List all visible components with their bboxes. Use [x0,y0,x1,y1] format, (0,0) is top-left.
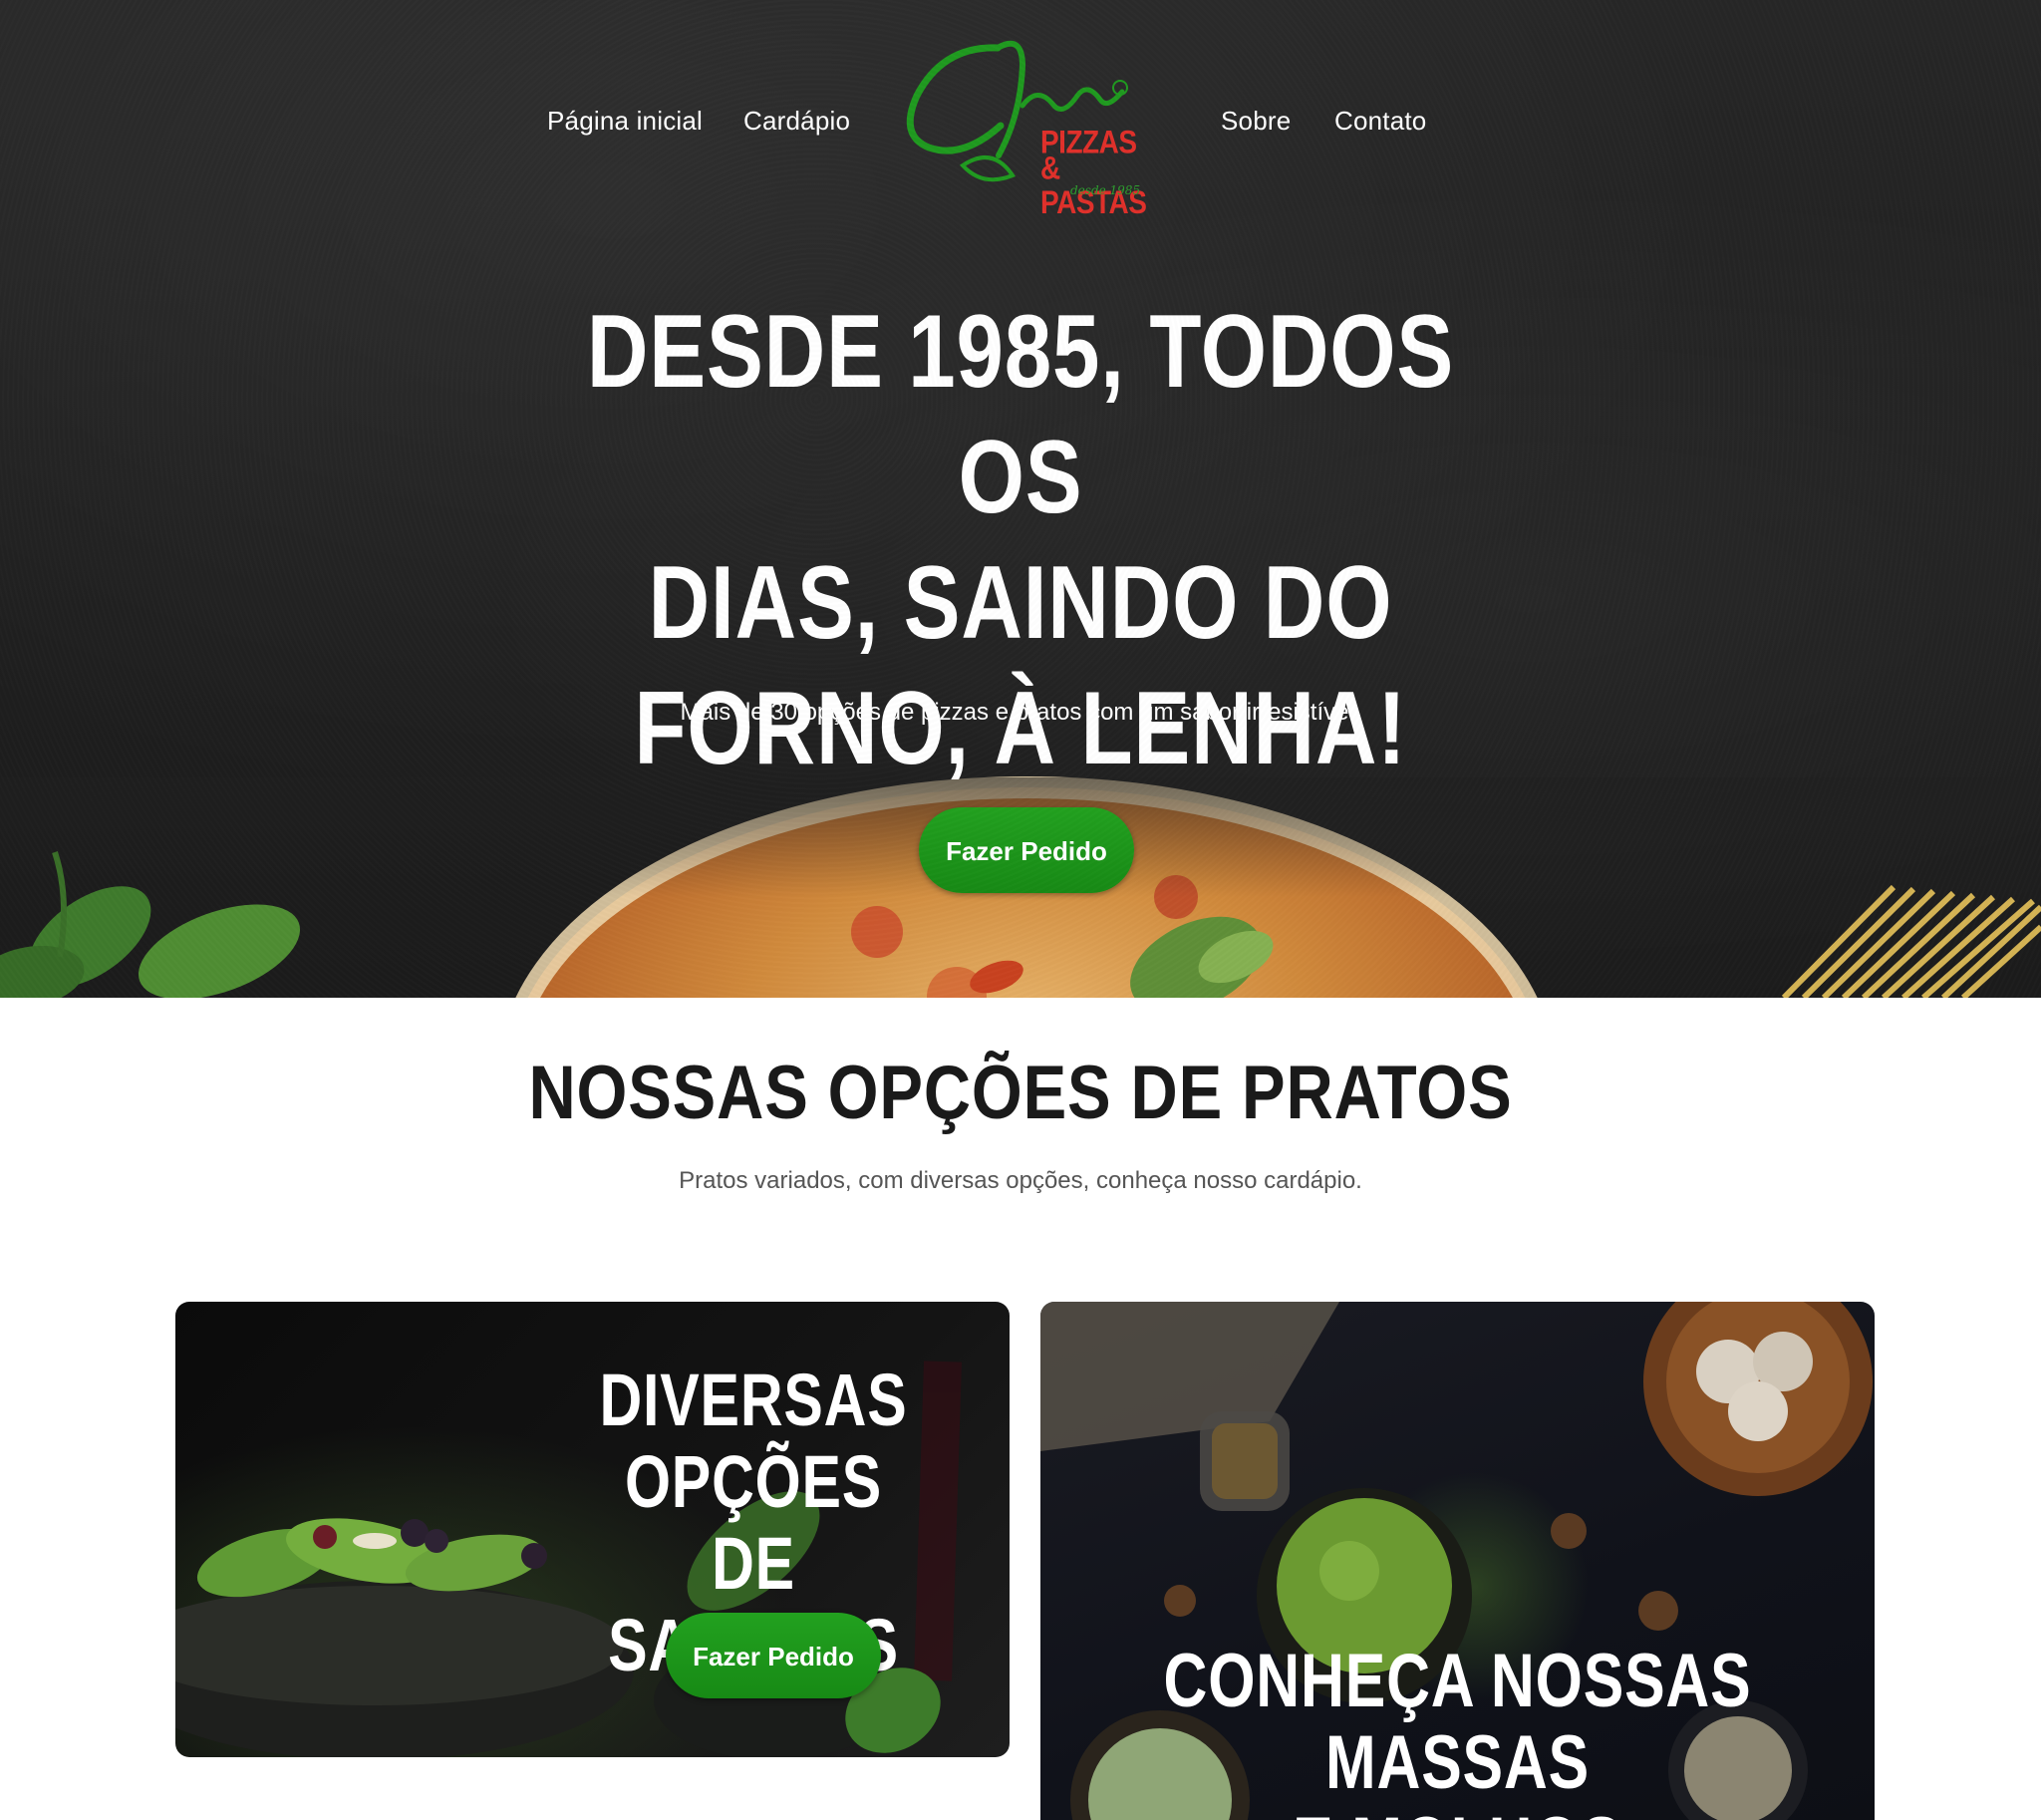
nav-contact-link[interactable]: Contato [1334,106,1426,137]
spaghetti-bundle [1781,884,2041,998]
nav-about-link[interactable]: Sobre [1221,106,1291,137]
section-subtitle: Pratos variados, com diversas opções, co… [679,1167,1362,1194]
brand-logo[interactable]: PIZZAS & PASTAS desde 1985 [903,26,1152,219]
nav-menu-link[interactable]: Cardápio [743,106,850,137]
hero-title-line-1: DESDE 1985, TODOS OS [586,294,1455,535]
hero-subtitle: Mais de 30 opções de pizzas e pratos com… [680,699,1361,726]
card-pastas[interactable]: CONHEÇA NOSSAS MASSAS E MOLHOS [1040,1302,1875,1820]
card-salads[interactable]: DIVERSAS OPÇÕES DE SALADAS Fazer Pedido [175,1302,1010,1757]
card-pastas-title-line-2: E MOLHOS [1293,1802,1622,1820]
card-pastas-title: CONHEÇA NOSSAS MASSAS E MOLHOS [1124,1641,1792,1820]
hero-title-line-2: DIAS, SAINDO DO [648,545,1393,661]
hero-order-button[interactable]: Fazer Pedido [919,807,1134,893]
section-title: NOSSAS OPÇÕES DE PRATOS [528,1051,1513,1135]
card-pastas-title-line-1: CONHEÇA NOSSAS MASSAS [1163,1639,1752,1805]
logo-since: desde 1985 [1070,183,1141,197]
hero-banner: Página inicial Cardápio Sobre Contato PI… [0,0,2041,998]
card-salads-title-line-2: OPÇÕES DE [624,1440,883,1605]
card-salads-order-button[interactable]: Fazer Pedido [666,1613,881,1698]
hero-title-line-3: FORNO, À LENHA! [634,671,1407,786]
card-salads-title-line-1: DIVERSAS [599,1359,908,1441]
nav-home-link[interactable]: Página inicial [547,106,703,137]
